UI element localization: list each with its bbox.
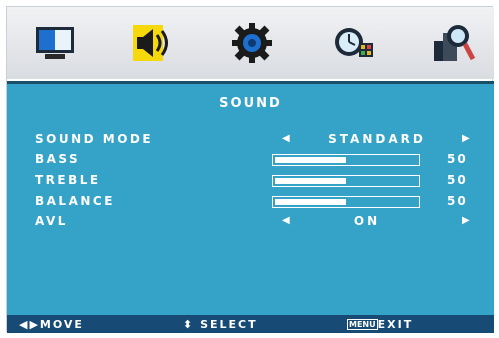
bass-slider-fill [275,157,346,163]
gear-icon [232,23,272,63]
tv-osd-menu: SOUND SOUND MODE ◀ STANDARD ▶ BASS 50 TR… [6,6,494,333]
left-right-arrows-icon: ◀▶ [19,318,40,331]
tab-time[interactable] [331,21,377,65]
sound-mode-value[interactable]: STANDARD [307,132,447,146]
select-hint: ⬍ SELECT [183,318,258,331]
clock-icon [335,28,373,57]
exit-hint: MENU EXIT [347,318,413,331]
balance-slider[interactable] [272,196,420,208]
select-hint-label: SELECT [200,318,258,331]
sound-settings-panel: SOUND SOUND MODE ◀ STANDARD ▶ BASS 50 TR… [7,81,494,315]
treble-slider-fill [275,178,346,184]
menu-key-icon: MENU [347,319,378,330]
tab-option[interactable] [431,21,477,65]
avl-left-arrow-icon[interactable]: ◀ [282,215,290,226]
balance-slider-fill [275,199,346,205]
sound-mode-left-arrow-icon[interactable]: ◀ [282,133,290,144]
menu-tab-bar [7,7,494,79]
up-down-arrows-icon: ⬍ [183,318,195,331]
panel-title: SOUND [219,96,282,111]
avl-label: AVL [35,214,68,228]
treble-label: TREBLE [35,173,101,187]
tab-sound[interactable] [129,21,175,65]
balance-value: 50 [447,194,468,208]
sound-mode-right-arrow-icon[interactable]: ▶ [462,133,470,144]
key-hint-bar: ◀▶MOVE ⬍ SELECT MENU EXIT [7,315,494,333]
move-hint-label: MOVE [39,318,84,331]
bass-label: BASS [35,152,81,166]
move-hint: ◀▶MOVE [19,318,84,331]
tab-setup[interactable] [229,21,275,65]
treble-slider[interactable] [272,175,420,187]
avl-right-arrow-icon[interactable]: ▶ [462,215,470,226]
avl-value[interactable]: ON [307,214,427,228]
bass-value: 50 [447,152,468,166]
sound-icon [133,25,168,61]
magnifier-icon [434,25,476,61]
balance-label: BALANCE [35,194,115,208]
tab-picture[interactable] [33,21,79,65]
picture-icon [36,27,74,59]
bass-slider[interactable] [272,154,420,166]
treble-value: 50 [447,173,468,187]
sound-mode-label: SOUND MODE [35,132,154,146]
exit-hint-label: EXIT [377,318,414,331]
